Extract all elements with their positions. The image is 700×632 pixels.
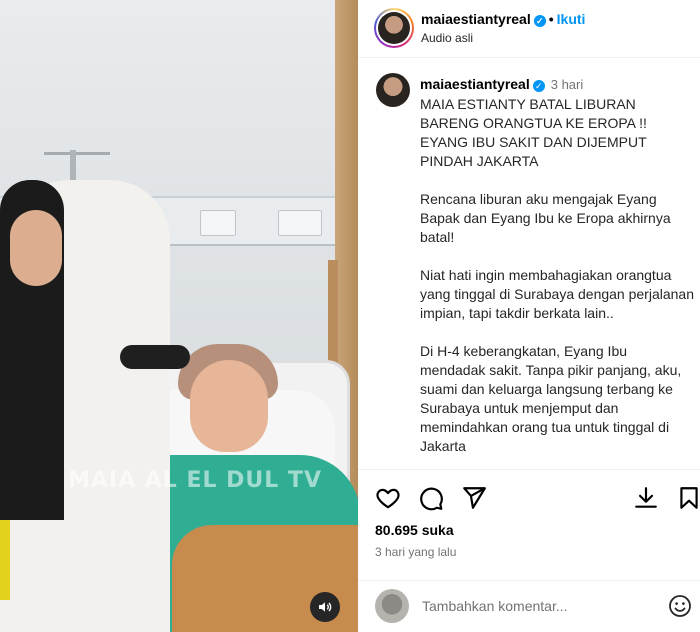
action-bar: 80.695 suka 3 hari yang lalu [358, 469, 700, 589]
separator-dot: • [548, 11, 554, 27]
heart-icon[interactable] [375, 485, 401, 511]
comment-composer [358, 580, 700, 632]
avatar-image [378, 12, 410, 44]
verified-badge-icon: ✓ [532, 80, 545, 92]
author-avatar[interactable] [374, 8, 414, 48]
follow-button[interactable]: Ikuti [557, 11, 586, 27]
caption-time: 3 hari [550, 77, 584, 92]
caption-text: MAIA ESTIANTY BATAL LIBURAN BARENG ORANG… [420, 95, 695, 469]
caption-paragraph: MAIA ESTIANTY BATAL LIBURAN BARENG ORANG… [420, 96, 647, 169]
comment-icon[interactable] [418, 485, 444, 511]
post-header: maiaestiantyreal ✓ • Ikuti Audio asli [358, 0, 700, 58]
post-date[interactable]: 3 hari yang lalu [375, 545, 456, 559]
caption-header: maiaestiantyreal ✓ 3 hari [420, 76, 583, 92]
speaker-icon [319, 602, 332, 612]
caption-scroll-area[interactable]: maiaestiantyreal ✓ 3 hari MAIA ESTIANTY BA… [358, 59, 700, 469]
verified-badge-icon: ✓ [533, 15, 546, 27]
patient-face [190, 360, 268, 452]
wall-outlet [200, 210, 236, 236]
bookmark-icon[interactable] [676, 485, 700, 511]
share-icon[interactable] [461, 485, 487, 511]
wall-outlet [278, 210, 322, 236]
post-sidebar: maiaestiantyreal ✓ • Ikuti Audio asli maiae… [358, 0, 700, 632]
yellow-object [0, 520, 10, 600]
comment-input[interactable] [422, 595, 652, 617]
author-username[interactable]: maiaestiantyreal [421, 11, 531, 27]
caption-fade [358, 455, 700, 469]
audio-toggle-button[interactable] [310, 592, 340, 622]
post-media[interactable]: MAIA AL EL DUL TV [0, 0, 358, 632]
visitor-arm [120, 345, 190, 369]
video-watermark: MAIA AL EL DUL TV [67, 468, 323, 493]
iv-hook [44, 152, 110, 162]
caption-paragraph: Rencana liburan aku mengajak Eyang Bapak… [420, 191, 671, 245]
like-count[interactable]: 80.695 suka [375, 522, 454, 538]
viewer-avatar [375, 589, 409, 623]
audio-source-link[interactable]: Audio asli [421, 31, 473, 45]
emoji-icon[interactable] [668, 594, 692, 618]
caption-paragraph: Niat hati ingin membahagiakan orangtua y… [420, 267, 694, 321]
caption-paragraph: Di H-4 keberangkatan, Eyang Ibu mendadak… [420, 343, 682, 454]
visitor-face [10, 210, 62, 286]
caption-author-avatar[interactable] [376, 73, 410, 107]
download-icon[interactable] [633, 485, 659, 511]
caption-username[interactable]: maiaestiantyreal [420, 76, 530, 92]
wood-trim [328, 260, 338, 370]
header-user-line: maiaestiantyreal ✓ • Ikuti [421, 11, 585, 27]
